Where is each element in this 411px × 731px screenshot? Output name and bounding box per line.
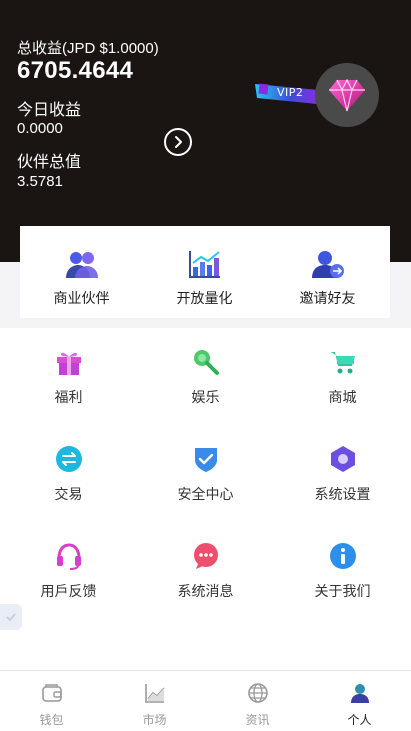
details-arrow-button[interactable] bbox=[164, 128, 192, 156]
settings-hexagon-icon bbox=[328, 444, 358, 474]
tab-label: 资讯 bbox=[245, 713, 270, 727]
microphone-icon bbox=[191, 347, 221, 377]
account-header: 总收益(JPD $1.0000) 6705.4644 今日收益 0.0000 伙… bbox=[0, 0, 411, 262]
exchange-icon bbox=[54, 444, 84, 474]
partner-total-value: 3.5781 bbox=[17, 173, 63, 190]
globe-icon bbox=[247, 682, 269, 704]
grid-item-trade[interactable]: 交易 bbox=[0, 425, 137, 522]
total-earnings-label: 总收益(JPD $1.0000) bbox=[17, 40, 159, 57]
grid-item-security[interactable]: 安全中心 bbox=[137, 425, 274, 522]
headset-icon bbox=[54, 541, 84, 571]
quick-action-invite[interactable]: 邀请好友 bbox=[266, 226, 389, 318]
shield-icon bbox=[191, 444, 221, 474]
floating-side-tab[interactable] bbox=[0, 604, 22, 630]
grid-item-label: 系统消息 bbox=[177, 583, 234, 599]
grid-item-about[interactable]: 关于我们 bbox=[274, 522, 411, 619]
grid-item-label: 福利 bbox=[54, 389, 83, 405]
quick-action-label: 开放量化 bbox=[176, 290, 233, 306]
tab-wallet[interactable]: 钱包 bbox=[0, 671, 103, 731]
partners-icon bbox=[65, 249, 99, 279]
grid-item-label: 娱乐 bbox=[191, 389, 220, 405]
check-icon bbox=[6, 613, 16, 622]
quick-action-partners[interactable]: 商业伙伴 bbox=[20, 226, 143, 318]
grid-item-label: 系统设置 bbox=[314, 486, 371, 502]
diamond-icon bbox=[329, 78, 365, 112]
grid-item-feedback[interactable]: 用戶反馈 bbox=[0, 522, 137, 619]
cart-icon bbox=[328, 347, 358, 377]
tab-label: 钱包 bbox=[39, 713, 64, 727]
grid-item-label: 用戶反馈 bbox=[40, 583, 97, 599]
person-icon bbox=[349, 682, 371, 704]
chevron-right-icon bbox=[175, 136, 182, 148]
grid-item-label: 关于我们 bbox=[314, 583, 371, 599]
grid-item-label: 交易 bbox=[54, 486, 83, 502]
partner-total-label: 伙伴总值 bbox=[17, 154, 82, 171]
wallet-icon bbox=[41, 682, 63, 704]
quick-action-label: 邀请好友 bbox=[299, 290, 356, 306]
grid-item-label: 安全中心 bbox=[177, 486, 234, 502]
grid-item-messages[interactable]: 系统消息 bbox=[137, 522, 274, 619]
today-earnings-value: 0.0000 bbox=[17, 120, 63, 137]
message-icon bbox=[191, 541, 221, 571]
feature-grid: 福利 娱乐 商城 交易 安全中心 系统设置 用戶反馈 系统消息 关于我们 bbox=[0, 328, 411, 670]
chart-icon bbox=[188, 249, 222, 279]
grid-item-label: 商城 bbox=[328, 389, 357, 405]
quick-action-label: 商业伙伴 bbox=[53, 290, 110, 306]
grid-item-mall[interactable]: 商城 bbox=[274, 328, 411, 425]
vip-level-text: VIP2 bbox=[277, 86, 304, 99]
bottom-tab-bar: 钱包 市场 资讯 个人 bbox=[0, 670, 411, 731]
info-icon bbox=[328, 541, 358, 571]
grid-item-entertainment[interactable]: 娱乐 bbox=[137, 328, 274, 425]
quick-action-quant[interactable]: 开放量化 bbox=[143, 226, 266, 318]
vip-diamond-button[interactable] bbox=[315, 63, 379, 127]
today-earnings-label: 今日收益 bbox=[17, 102, 82, 119]
total-earnings-value: 6705.4644 bbox=[17, 57, 134, 84]
tab-profile[interactable]: 个人 bbox=[308, 671, 411, 731]
quick-actions-card: 商业伙伴 开放量化 邀请好友 bbox=[20, 226, 390, 318]
tab-label: 市场 bbox=[142, 713, 167, 727]
grid-item-welfare[interactable]: 福利 bbox=[0, 328, 137, 425]
grid-item-settings[interactable]: 系统设置 bbox=[274, 425, 411, 522]
vip-level-badge[interactable]: VIP2 bbox=[253, 80, 323, 106]
gift-icon bbox=[54, 347, 84, 377]
tab-market[interactable]: 市场 bbox=[103, 671, 206, 731]
tab-label: 个人 bbox=[347, 713, 372, 727]
market-chart-icon bbox=[144, 682, 166, 704]
tab-news[interactable]: 资讯 bbox=[206, 671, 309, 731]
invite-friend-icon bbox=[311, 249, 345, 279]
